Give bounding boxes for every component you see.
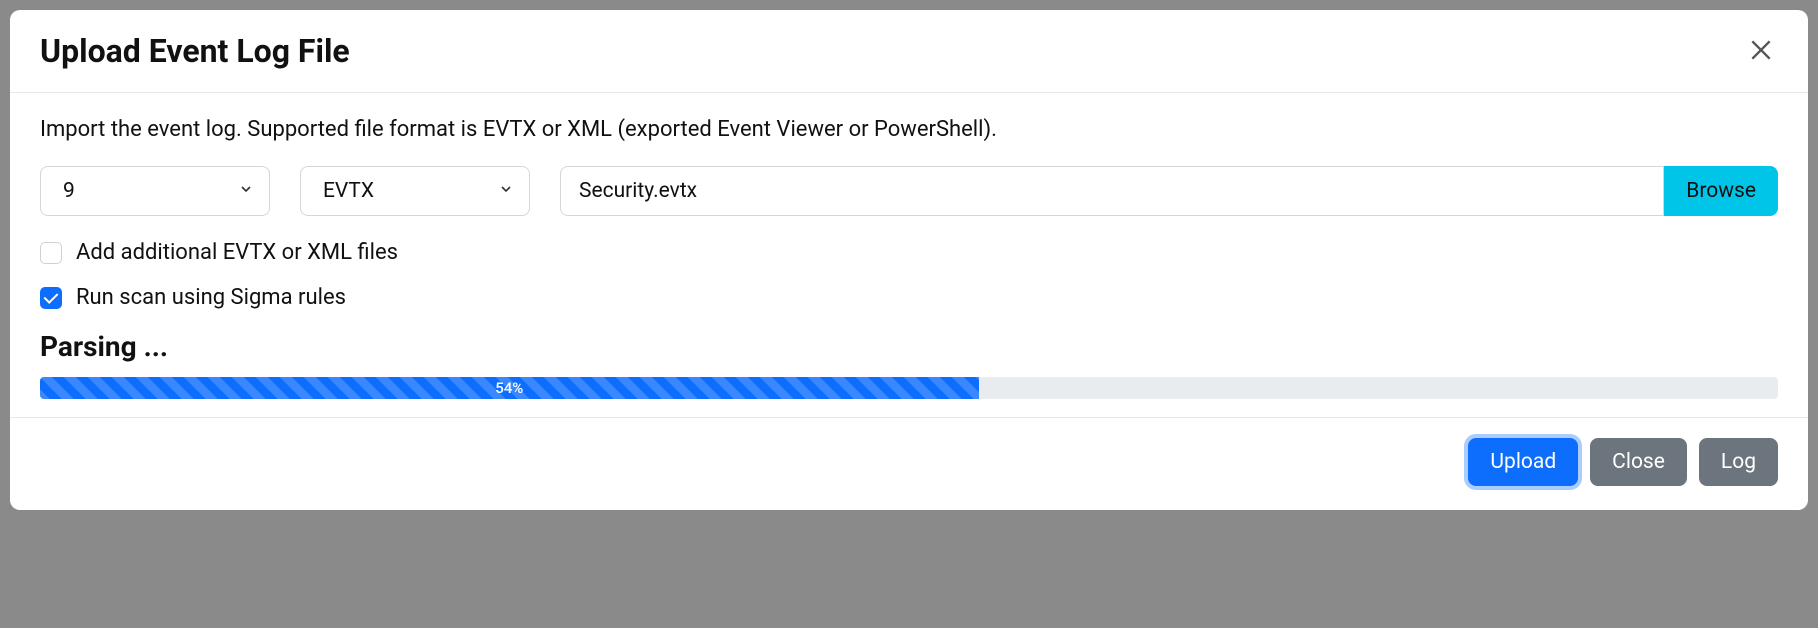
close-icon	[1748, 37, 1774, 66]
modal-header: Upload Event Log File	[10, 10, 1808, 93]
modal-footer: Upload Close Log	[10, 417, 1808, 510]
modal-title: Upload Event Log File	[40, 32, 350, 70]
log-button[interactable]: Log	[1699, 438, 1778, 486]
checkbox-additional-row: Add additional EVTX or XML files	[40, 240, 1778, 265]
upload-button[interactable]: Upload	[1468, 438, 1578, 486]
close-button[interactable]: Close	[1590, 438, 1687, 486]
form-row: 9 EVTX Browse	[40, 166, 1778, 216]
number-select[interactable]: 9	[40, 166, 270, 216]
upload-modal: Upload Event Log File Import the event l…	[10, 10, 1808, 510]
modal-body: Import the event log. Supported file for…	[10, 93, 1808, 417]
progress-bar: 54%	[40, 377, 1778, 399]
checkbox-sigma-row: Run scan using Sigma rules	[40, 285, 1778, 310]
checkbox-sigma-label[interactable]: Run scan using Sigma rules	[76, 285, 346, 310]
description-text: Import the event log. Supported file for…	[40, 117, 1778, 142]
checkbox-sigma[interactable]	[40, 287, 62, 309]
progress-fill: 54%	[40, 377, 979, 399]
status-label: Parsing ...	[40, 330, 1778, 363]
close-icon-button[interactable]	[1744, 33, 1778, 70]
file-input-group: Browse	[560, 166, 1778, 216]
browse-button[interactable]: Browse	[1664, 166, 1778, 216]
format-select-wrap: EVTX	[300, 166, 530, 216]
file-path-input[interactable]	[560, 166, 1664, 216]
checkbox-additional[interactable]	[40, 242, 62, 264]
format-select[interactable]: EVTX	[300, 166, 530, 216]
number-select-wrap: 9	[40, 166, 270, 216]
checkbox-additional-label[interactable]: Add additional EVTX or XML files	[76, 240, 398, 265]
